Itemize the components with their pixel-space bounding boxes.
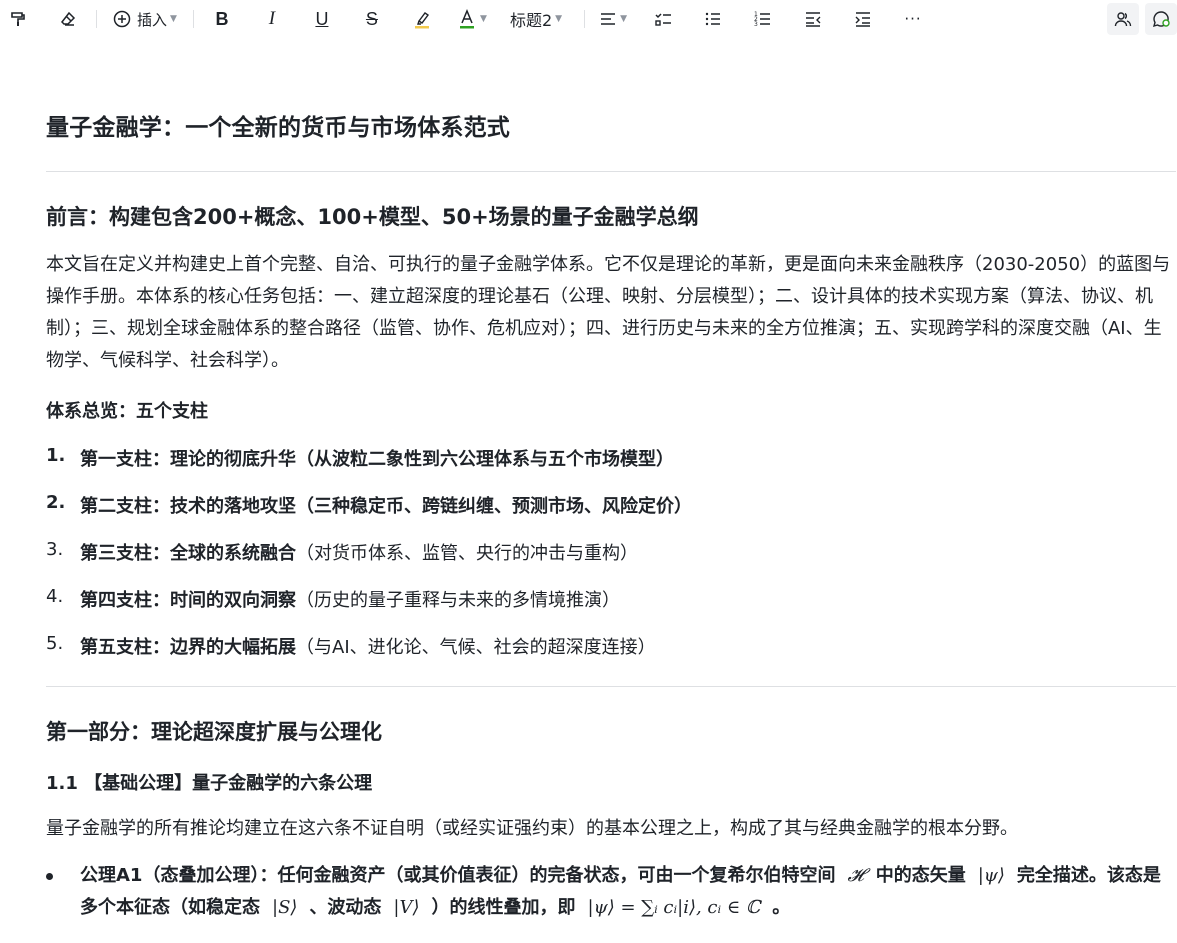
axiom-text-part: 、波动态 [309,897,382,918]
preface-paragraph[interactable]: 本文旨在定义并构建史上首个完整、自洽、可执行的量子金融学体系。它不仅是理论的革新… [46,249,1171,377]
math-volatile-state: |V⟩ [393,897,420,918]
chevron-down-icon: ▼ [555,14,563,24]
collaborators-icon[interactable] [1107,3,1139,35]
bullet-dot [46,873,53,880]
comment-icon[interactable] [1145,3,1177,35]
heading-select[interactable]: 标题2 ▼ [510,3,562,35]
toolbar-divider [584,10,586,28]
math-hilbert-space: 𝓗 [847,865,864,886]
axiom-text-part: ）的线性叠加，即 [431,897,576,918]
part1-heading[interactable]: 第一部分：理论超深度扩展与公理化 [46,716,382,746]
italic-icon[interactable]: I [256,3,288,35]
list-item-text: 第一支柱：理论的彻底升华（从波粒二象性到六公理体系与五个市场模型） [80,449,674,470]
numbered-list-icon[interactable]: 123 [747,3,779,35]
axiom-text-part: 公理A1（态叠加公理）：任何金融资产（或其价值表征）的完备状态，可由一个复希尔伯… [80,865,836,886]
plus-circle-icon [113,10,131,28]
checklist-icon[interactable] [647,3,679,35]
insert-label: 插入 [137,10,168,29]
list-item[interactable]: 5. 第五支柱：边界的大幅拓展 （与AI、进化论、气候、社会的超深度连接） [46,633,656,659]
chevron-down-icon: ▼ [479,14,487,24]
chevron-down-icon: ▼ [170,14,177,24]
section-1-1-paragraph[interactable]: 量子金融学的所有推论均建立在这六条不证自明（或经实证强约束）的基本公理之上，构成… [46,813,1171,845]
list-item-text: 第二支柱：技术的落地攻坚（三种稳定币、跨链纠缠、预测市场、风险定价） [80,496,692,517]
clear-format-icon[interactable] [52,3,84,35]
format-painter-icon[interactable] [2,3,34,35]
list-item[interactable]: 公理A1（态叠加公理）：任何金融资产（或其价值表征）的完备状态，可由一个复希尔伯… [46,860,1171,924]
toolbar-right-group [1107,3,1177,35]
list-item-bold: 第五支柱：边界的大幅拓展 [80,637,296,658]
axiom-a1-text: 公理A1（态叠加公理）：任何金融资产（或其价值表征）的完备状态，可由一个复希尔伯… [80,860,1171,924]
overview-label[interactable]: 体系总览：五个支柱 [46,397,208,423]
indent-icon[interactable] [847,3,879,35]
list-number: 4. [46,586,64,607]
list-item[interactable]: 3. 第三支柱：全球的系统融合 （对货币体系、监管、央行的冲击与重构） [46,539,638,565]
list-item[interactable]: 1. 第一支柱：理论的彻底升华（从波粒二象性到六公理体系与五个市场模型） [46,445,674,471]
align-left-icon[interactable]: ▼ [597,3,629,35]
text-color-icon[interactable]: ▼ [456,3,488,35]
math-superposition-formula: |ψ⟩ = ∑ᵢ cᵢ|i⟩, cᵢ ∈ ℂ [587,897,761,918]
list-number: 2. [46,492,66,513]
outdent-icon[interactable] [797,3,829,35]
toolbar-divider [96,10,97,28]
list-item[interactable]: 2. 第二支柱：技术的落地攻坚（三种稳定币、跨链纠缠、预测市场、风险定价） [46,492,692,518]
editor-toolbar: 插入 ▼ B I U S ▼ 标题2 ▼ ▼ 123 ··· [0,0,1177,38]
list-number: 3. [46,539,64,560]
axiom-text-part: 。 [772,897,791,918]
chevron-down-icon: ▼ [620,14,627,24]
math-state-vector: |ψ⟩ [977,865,1005,886]
bold-icon[interactable]: B [206,3,238,35]
preface-heading[interactable]: 前言：构建包含200+概念、100+模型、50+场景的量子金融学总纲 [46,201,699,231]
svg-text:3: 3 [754,21,758,28]
list-item-bold: 第四支柱：时间的双向洞察 [80,590,296,611]
axiom-text-part: 中的态矢量 [875,865,966,886]
more-icon[interactable]: ··· [897,3,929,35]
list-number: 1. [46,445,66,466]
list-item-rest: （历史的量子重释与未来的多情境推演） [296,590,620,611]
toolbar-divider [192,10,194,28]
list-item-rest: （对货币体系、监管、央行的冲击与重构） [296,543,638,564]
insert-button[interactable]: 插入 ▼ [109,3,181,35]
bulleted-list-icon[interactable] [697,3,729,35]
math-stable-state: |S⟩ [272,897,298,918]
list-item-bold: 第三支柱：全球的系统融合 [80,543,296,564]
section-divider [46,686,1176,687]
list-item[interactable]: 4. 第四支柱：时间的双向洞察 （历史的量子重释与未来的多情境推演） [46,586,620,612]
heading-label: 标题2 [509,11,553,30]
underline-icon[interactable]: U [306,3,338,35]
document-title[interactable]: 量子金融学：一个全新的货币与市场体系范式 [46,108,510,142]
title-divider [46,171,1176,172]
list-item-rest: （与AI、进化论、气候、社会的超深度连接） [296,637,656,658]
strikethrough-icon[interactable]: S [356,3,388,35]
list-number: 5. [46,633,64,654]
section-1-1-heading[interactable]: 1.1 【基础公理】量子金融学的六条公理 [46,769,372,795]
highlight-icon[interactable] [406,3,438,35]
